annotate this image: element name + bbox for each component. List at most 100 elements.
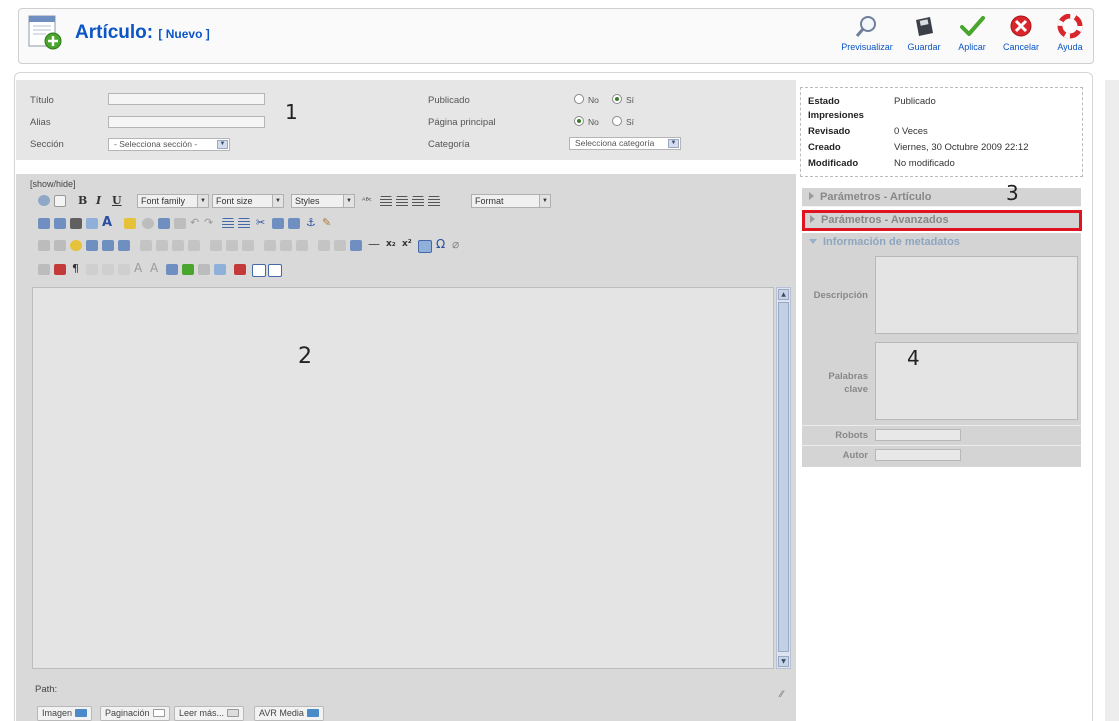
- emoticon-icon[interactable]: [70, 240, 82, 251]
- text-color-icon[interactable]: A: [102, 215, 112, 230]
- resize-handle-icon[interactable]: ⁄⁄: [780, 690, 783, 700]
- replace-icon[interactable]: [86, 218, 98, 229]
- paste-icon[interactable]: [38, 218, 50, 229]
- align-justify-icon[interactable]: [428, 196, 440, 207]
- delete-col-icon[interactable]: [242, 240, 254, 251]
- alias-input[interactable]: [108, 116, 265, 128]
- fullscreen-icon[interactable]: [54, 264, 66, 275]
- image-button[interactable]: Imagen: [37, 706, 93, 721]
- nonbreaking-icon[interactable]: [198, 264, 210, 275]
- bold-icon[interactable]: B: [78, 194, 87, 207]
- insert-col-icon[interactable]: [226, 240, 238, 251]
- copy-icon[interactable]: [272, 218, 284, 229]
- row-props-icon[interactable]: [156, 240, 168, 251]
- author-input[interactable]: [875, 449, 961, 461]
- section-select[interactable]: - Selecciona sección - ▼: [108, 138, 230, 151]
- media-icon[interactable]: [86, 240, 98, 251]
- editor-scrollbar[interactable]: ▲ ▼: [776, 287, 791, 669]
- underline-icon[interactable]: U: [112, 194, 122, 207]
- highlight-color-icon[interactable]: [124, 218, 136, 229]
- abbr-icon[interactable]: [102, 264, 114, 275]
- spellcheck-icon[interactable]: ᴬᴮᶜ: [362, 196, 372, 205]
- read-more-button[interactable]: Leer más...: [174, 706, 245, 721]
- description-textarea[interactable]: [875, 256, 1078, 334]
- outdent-icon[interactable]: [174, 218, 186, 229]
- numbered-list-icon[interactable]: [238, 218, 250, 229]
- article-params-toggle[interactable]: Parámetros - Artículo: [802, 188, 1081, 207]
- save-button[interactable]: Guardar: [904, 14, 944, 52]
- layer-forward-icon[interactable]: [334, 240, 346, 251]
- template-icon[interactable]: [182, 264, 194, 275]
- horizontal-rule-icon[interactable]: —: [368, 237, 380, 251]
- new-document-icon[interactable]: [54, 195, 66, 207]
- subscript-icon[interactable]: x₂: [386, 239, 396, 249]
- scroll-up-icon[interactable]: ▲: [778, 289, 789, 300]
- avr-media-button[interactable]: AVR Media: [254, 706, 324, 721]
- print-icon[interactable]: [350, 240, 362, 251]
- page-break-icon[interactable]: [252, 264, 266, 277]
- help-icon[interactable]: [38, 195, 50, 206]
- styleprops-icon[interactable]: [38, 264, 50, 275]
- table-icon[interactable]: [140, 240, 152, 251]
- toggle-blocks-icon[interactable]: [268, 264, 282, 277]
- editor-text-area[interactable]: [32, 287, 774, 669]
- frontpage-no-radio[interactable]: [574, 116, 584, 126]
- del-icon[interactable]: A: [134, 261, 142, 275]
- frontpage-yes-radio[interactable]: [612, 116, 622, 126]
- page-scrollbar[interactable]: [1105, 80, 1119, 721]
- attribs-icon[interactable]: [166, 264, 178, 275]
- superscript-icon[interactable]: x²: [402, 239, 412, 249]
- align-left-icon[interactable]: [380, 196, 392, 207]
- anchor-icon[interactable]: ⚓: [306, 216, 316, 229]
- published-yes-radio[interactable]: [612, 94, 622, 104]
- find-icon[interactable]: [70, 218, 82, 229]
- pilcrow-icon[interactable]: ¶: [72, 262, 79, 275]
- format-select[interactable]: Format ▼: [471, 194, 551, 208]
- acronym-icon[interactable]: [118, 264, 130, 275]
- robots-input[interactable]: [875, 429, 961, 441]
- char-map-icon[interactable]: [418, 240, 432, 253]
- paste-text-icon[interactable]: [54, 218, 66, 229]
- pagination-button[interactable]: Paginación: [100, 706, 170, 721]
- layer-icon[interactable]: [318, 240, 330, 251]
- advanced-params-toggle[interactable]: Parámetros - Avanzados: [802, 210, 1082, 231]
- font-family-select[interactable]: Font family ▼: [137, 194, 209, 208]
- scroll-down-icon[interactable]: ▼: [778, 656, 789, 667]
- merge-cells-icon[interactable]: [280, 240, 292, 251]
- scroll-thumb[interactable]: [778, 302, 789, 652]
- paste-word-icon[interactable]: [288, 218, 300, 229]
- metadata-toggle[interactable]: Información de metadatos: [802, 233, 1081, 252]
- undo-icon[interactable]: ↶: [190, 216, 199, 229]
- cleanup-icon[interactable]: ✎: [322, 216, 331, 229]
- redo-icon[interactable]: ↷: [204, 216, 213, 229]
- category-select[interactable]: Selecciona categoría ▼: [569, 137, 681, 150]
- insert-date-icon[interactable]: [142, 218, 154, 229]
- title-input[interactable]: [108, 93, 265, 105]
- apply-button[interactable]: Aplicar: [952, 14, 992, 52]
- ins-icon[interactable]: A: [150, 261, 158, 275]
- show-hide-link[interactable]: [show/hide]: [30, 179, 76, 189]
- italic-icon[interactable]: I: [96, 194, 101, 207]
- edit-image-icon[interactable]: [118, 240, 130, 251]
- align-center-icon[interactable]: [396, 196, 408, 207]
- cell-props-icon[interactable]: [172, 240, 184, 251]
- split-cells-icon[interactable]: [264, 240, 276, 251]
- help-button[interactable]: Ayuda: [1051, 14, 1089, 52]
- eraser-icon[interactable]: ⌀: [452, 237, 459, 251]
- ltr-icon[interactable]: [38, 240, 50, 251]
- cancel-button[interactable]: Cancelar: [998, 14, 1044, 52]
- insert-row-icon[interactable]: [188, 240, 200, 251]
- html-source-icon[interactable]: [234, 264, 246, 275]
- preview-button[interactable]: Previsualizar: [838, 14, 896, 52]
- omega-icon[interactable]: Ω: [436, 237, 445, 251]
- image-icon[interactable]: [102, 240, 114, 251]
- cut-icon[interactable]: ✂: [256, 216, 265, 229]
- cite-icon[interactable]: [86, 264, 98, 275]
- bullet-list-icon[interactable]: [222, 218, 234, 229]
- visual-aid-icon[interactable]: [296, 240, 308, 251]
- styles-select[interactable]: Styles ▼: [291, 194, 355, 208]
- indent-icon[interactable]: [158, 218, 170, 229]
- rtl-icon[interactable]: [54, 240, 66, 251]
- keywords-textarea[interactable]: [875, 342, 1078, 420]
- blockquote-icon[interactable]: [214, 264, 226, 275]
